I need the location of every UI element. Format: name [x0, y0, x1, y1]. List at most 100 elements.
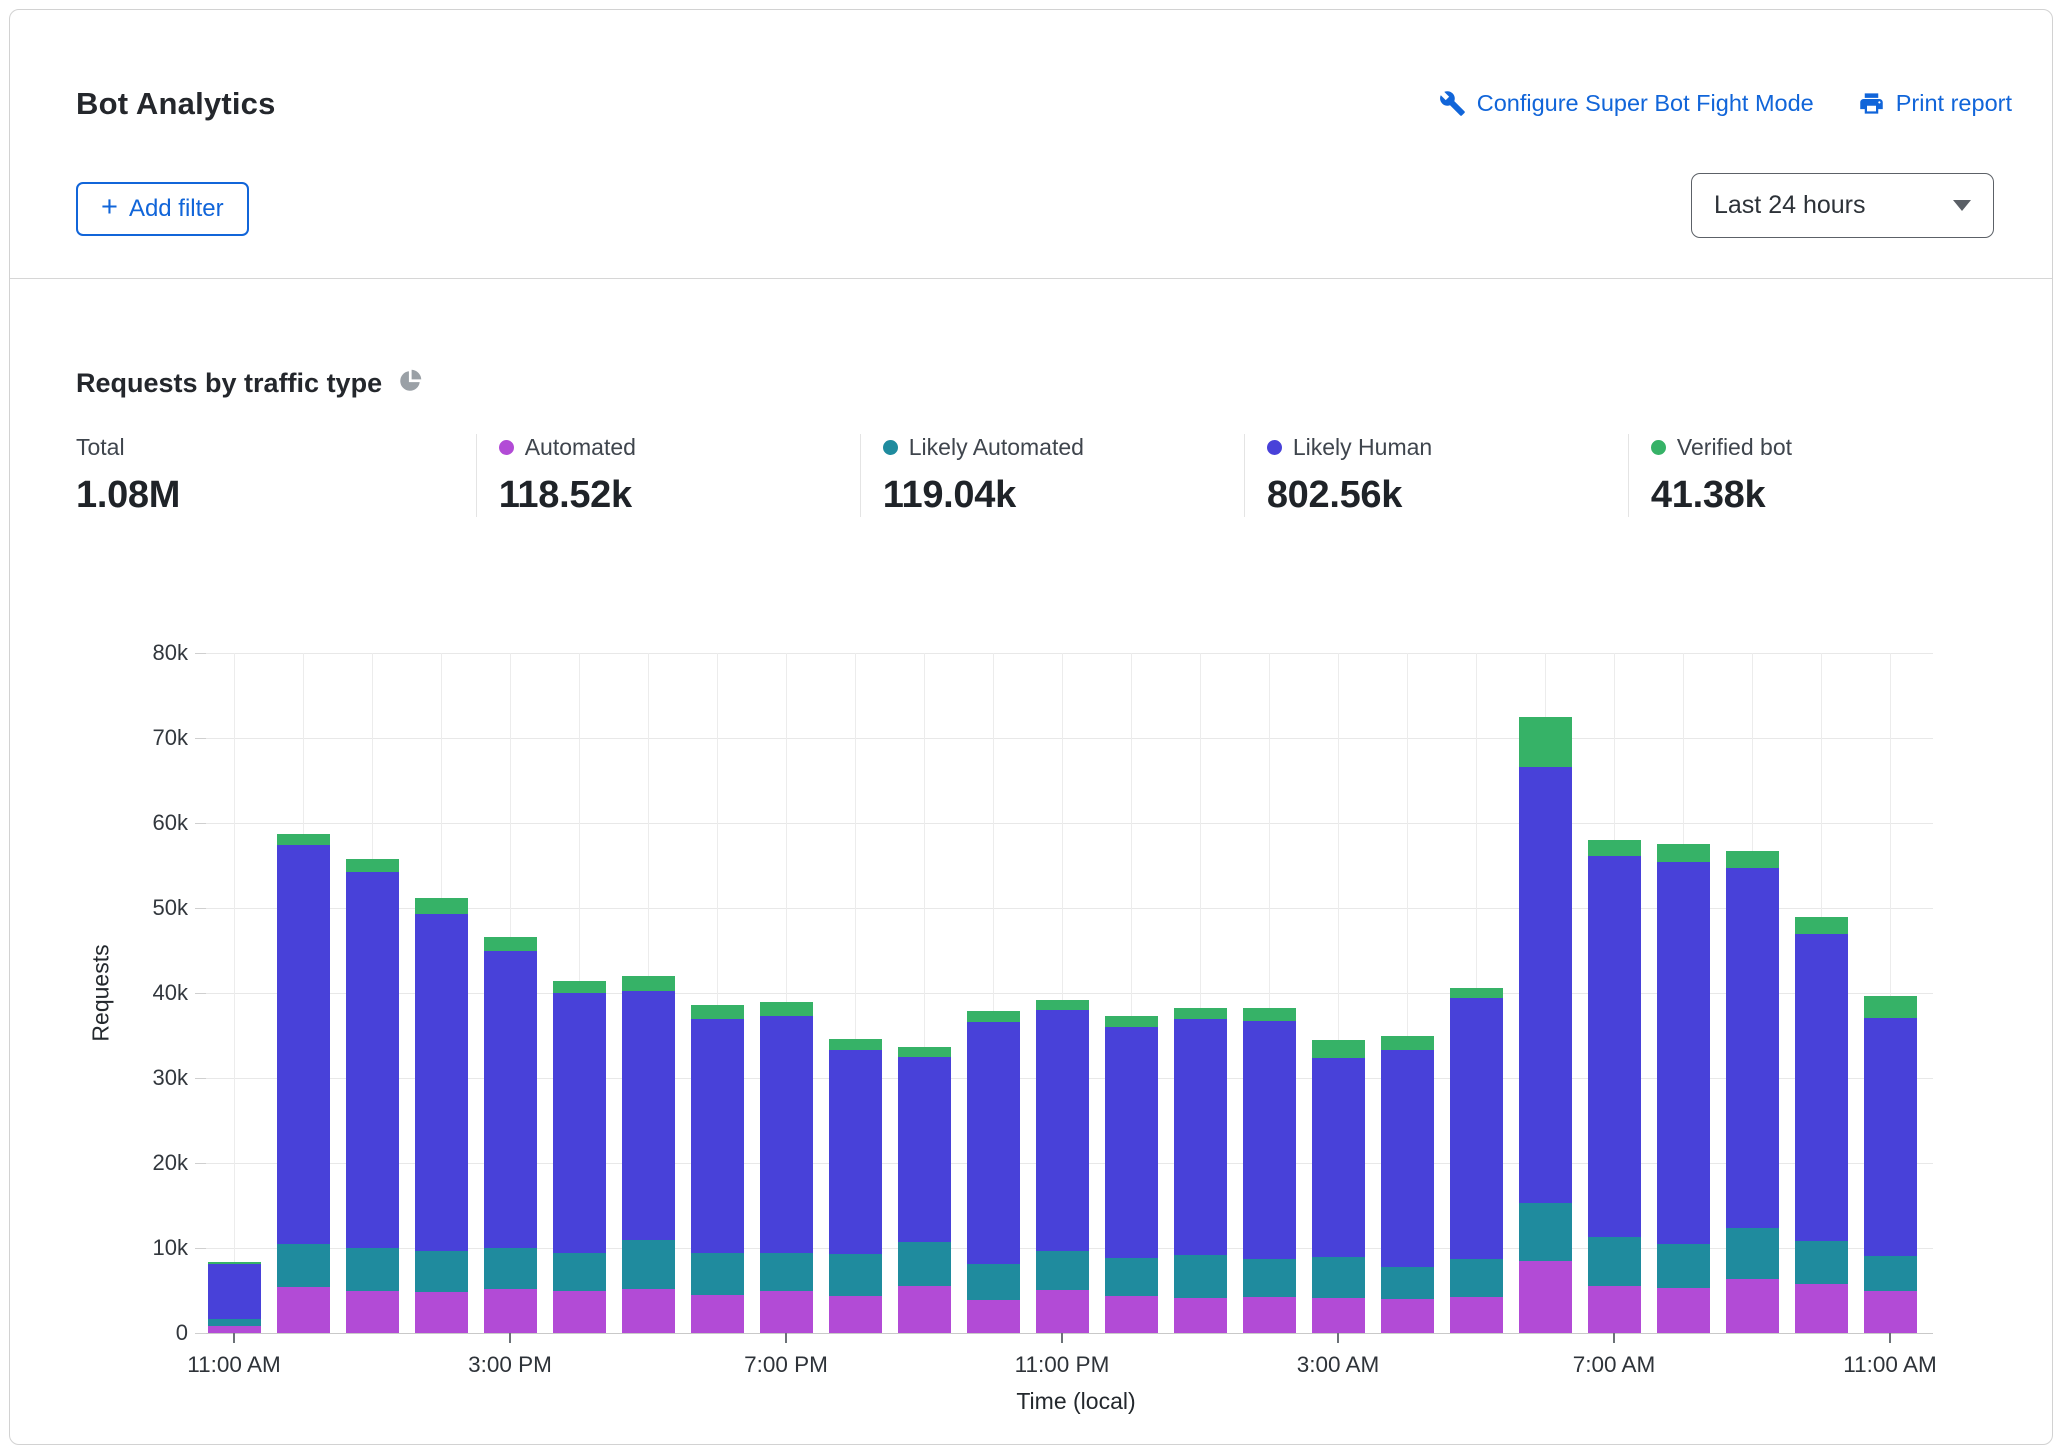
- stat-label-text: Likely Human: [1293, 434, 1432, 461]
- stacked-bar[interactable]: [691, 653, 744, 1333]
- bar-segment-likely-human: [553, 993, 606, 1253]
- stacked-bar[interactable]: [277, 653, 330, 1333]
- bar-segment-verified-bot: [346, 859, 399, 873]
- bar-segment-likely-human: [691, 1019, 744, 1253]
- chevron-down-icon: [1953, 200, 1971, 211]
- wrench-icon: [1439, 90, 1466, 117]
- bar-segment-automated: [1519, 1261, 1572, 1333]
- bar-segment-likely-human: [967, 1022, 1020, 1264]
- stacked-bar[interactable]: [484, 653, 537, 1333]
- stacked-bar[interactable]: [1519, 653, 1572, 1333]
- bar-segment-likely-human: [1519, 767, 1572, 1203]
- stacked-bar[interactable]: [967, 653, 1020, 1333]
- stacked-bar[interactable]: [1450, 653, 1503, 1333]
- bar-segment-automated: [760, 1291, 813, 1333]
- configure-super-bot-fight-mode-link[interactable]: Configure Super Bot Fight Mode: [1439, 90, 1814, 117]
- y-tick-label: 30k: [82, 1065, 188, 1091]
- y-tick-label: 20k: [82, 1150, 188, 1176]
- time-range-select[interactable]: Last 24 hours: [1691, 173, 1994, 238]
- bar-segment-verified-bot: [1450, 988, 1503, 998]
- y-tick-label: 40k: [82, 980, 188, 1006]
- bar-segment-verified-bot: [622, 976, 675, 991]
- stat-likely-automated[interactable]: Likely Automated119.04k: [860, 434, 1244, 517]
- stacked-bar[interactable]: [1795, 653, 1848, 1333]
- bar-segment-likely-automated: [1036, 1251, 1089, 1289]
- y-tick-label: 60k: [82, 810, 188, 836]
- bar-segment-likely-automated: [760, 1253, 813, 1291]
- x-tick: [233, 1333, 235, 1343]
- bar-segment-automated: [1036, 1290, 1089, 1333]
- y-tick-label: 80k: [82, 640, 188, 666]
- legend-dot-icon: [883, 440, 898, 455]
- bar-segment-likely-automated: [346, 1248, 399, 1291]
- legend-dot-icon: [499, 440, 514, 455]
- stat-automated[interactable]: Automated118.52k: [476, 434, 860, 517]
- stacked-bar[interactable]: [1726, 653, 1779, 1333]
- stat-value: 41.38k: [1651, 474, 2012, 517]
- bar-segment-likely-automated: [1450, 1259, 1503, 1297]
- x-tick-label: 11:00 AM: [124, 1352, 344, 1378]
- requests-by-traffic-type-chart: Requests Time (local) 80k70k60k50k40k30k…: [206, 653, 1933, 1333]
- stat-verified-bot[interactable]: Verified bot 41.38k: [1628, 434, 2012, 517]
- stacked-bar[interactable]: [208, 653, 261, 1333]
- x-tick-label: 7:00 AM: [1504, 1352, 1724, 1378]
- time-range-value: Last 24 hours: [1714, 191, 1866, 220]
- pie-chart-icon: [397, 368, 423, 399]
- stacked-bar[interactable]: [1381, 653, 1434, 1333]
- bar-segment-likely-automated: [967, 1264, 1020, 1300]
- stacked-bar[interactable]: [760, 653, 813, 1333]
- bar-segment-automated: [691, 1295, 744, 1333]
- stacked-bar[interactable]: [1105, 653, 1158, 1333]
- stacked-bar[interactable]: [622, 653, 675, 1333]
- stacked-bar[interactable]: [346, 653, 399, 1333]
- y-tick: [195, 1248, 206, 1249]
- print-report-link[interactable]: Print report: [1858, 90, 2012, 117]
- y-tick-label: 0: [82, 1320, 188, 1346]
- y-tick-label: 50k: [82, 895, 188, 921]
- bar-segment-automated: [415, 1292, 468, 1333]
- bar-segment-automated: [1726, 1279, 1779, 1333]
- stat-likely-human[interactable]: Likely Human802.56k: [1244, 434, 1628, 517]
- stacked-bar[interactable]: [553, 653, 606, 1333]
- bar-segment-verified-bot: [1036, 1000, 1089, 1010]
- stat-label: Automated: [499, 434, 860, 461]
- stacked-bar[interactable]: [829, 653, 882, 1333]
- bar-segment-automated: [898, 1286, 951, 1333]
- bar-segment-likely-automated: [1312, 1257, 1365, 1299]
- stat-label: Likely Automated: [883, 434, 1244, 461]
- stacked-bar[interactable]: [1864, 653, 1917, 1333]
- stat-label: Total: [76, 434, 476, 461]
- x-tick-label: 3:00 AM: [1228, 1352, 1448, 1378]
- stacked-bar[interactable]: [1036, 653, 1089, 1333]
- x-tick: [1889, 1333, 1891, 1343]
- legend-dot-icon: [1651, 440, 1666, 455]
- stacked-bar[interactable]: [898, 653, 951, 1333]
- bar-segment-likely-human: [1105, 1027, 1158, 1258]
- bar-segment-verified-bot: [1243, 1008, 1296, 1021]
- bar-segment-automated: [277, 1287, 330, 1333]
- stacked-bar[interactable]: [1312, 653, 1365, 1333]
- bar-segment-automated: [1864, 1291, 1917, 1333]
- stat-label: Verified bot: [1651, 434, 2012, 461]
- bar-segment-automated: [1381, 1299, 1434, 1333]
- bar-segment-automated: [829, 1296, 882, 1333]
- bar-segment-likely-automated: [208, 1319, 261, 1326]
- bar-segment-automated: [346, 1291, 399, 1333]
- stacked-bar[interactable]: [415, 653, 468, 1333]
- bar-segment-likely-human: [1036, 1010, 1089, 1251]
- add-filter-button[interactable]: + Add filter: [76, 182, 249, 236]
- stat-total[interactable]: Total1.08M: [76, 434, 476, 517]
- stacked-bar[interactable]: [1243, 653, 1296, 1333]
- bar-segment-likely-human: [1381, 1050, 1434, 1267]
- stacked-bar[interactable]: [1657, 653, 1710, 1333]
- bar-segment-likely-human: [898, 1057, 951, 1242]
- bar-segment-likely-automated: [898, 1242, 951, 1286]
- bar-segment-automated: [622, 1289, 675, 1333]
- stacked-bar[interactable]: [1174, 653, 1227, 1333]
- stacked-bar[interactable]: [1588, 653, 1641, 1333]
- bar-segment-verified-bot: [1588, 840, 1641, 856]
- bar-segment-likely-human: [1726, 868, 1779, 1228]
- bar-segment-verified-bot: [415, 898, 468, 914]
- bar-segment-likely-human: [1174, 1019, 1227, 1254]
- bar-segment-automated: [1795, 1284, 1848, 1333]
